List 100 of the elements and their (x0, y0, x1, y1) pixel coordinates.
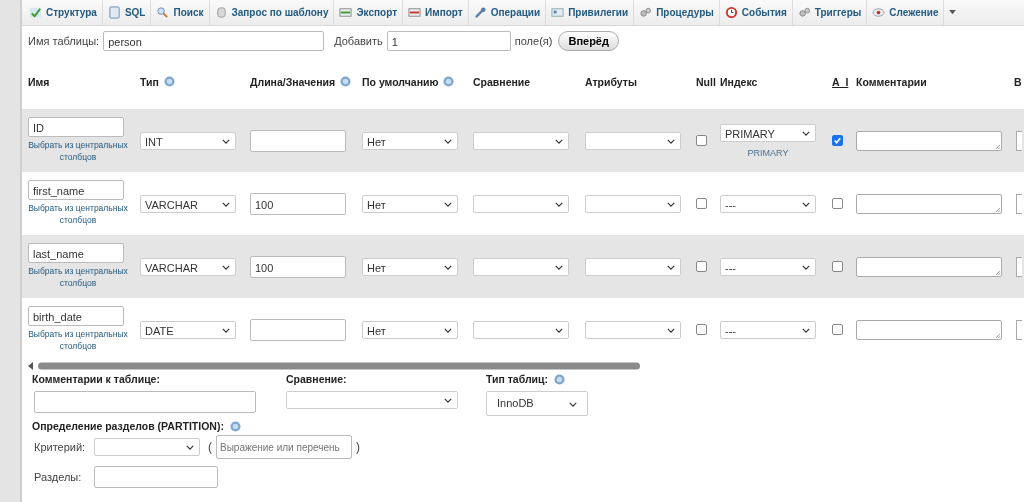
comment-field[interactable] (856, 130, 1002, 151)
central-columns-link[interactable]: Выбрать из центральных столбцов (28, 329, 128, 353)
caret-icon (444, 398, 452, 403)
column-header: Комментарии (856, 75, 927, 88)
column-count-field[interactable]: 1 (386, 31, 511, 51)
column-name-field[interactable]: birth_date (28, 306, 124, 327)
nav-tab[interactable]: Процедуры (634, 0, 720, 25)
attributes-select[interactable] (585, 320, 681, 339)
resize-grip-icon[interactable] (995, 332, 1000, 338)
wrench-icon (473, 6, 487, 19)
null-checkbox[interactable] (696, 324, 707, 335)
resize-grip-icon[interactable] (995, 206, 1000, 212)
nav-tab[interactable]: Привилегии (546, 0, 635, 25)
collation-select[interactable] (473, 194, 569, 213)
default-select[interactable]: Нет (362, 131, 458, 150)
length-field[interactable]: 100 (250, 192, 346, 215)
engine-select[interactable]: InnoDB (486, 391, 588, 416)
auto-increment-checkbox[interactable] (832, 324, 843, 335)
card-icon (551, 6, 565, 19)
caret-icon (667, 201, 675, 207)
caret-icon (555, 327, 563, 333)
length-field[interactable]: 100 (250, 255, 346, 278)
input-field[interactable] (1016, 193, 1022, 214)
criterion-label: Критерий: (34, 441, 86, 453)
type-select[interactable]: VARCHAR (140, 257, 236, 276)
column-name-field[interactable]: last_name (28, 243, 124, 264)
length-field[interactable] (250, 318, 346, 341)
comment-field[interactable] (856, 319, 1002, 340)
gears-icon (797, 6, 811, 19)
help-icon[interactable] (443, 76, 455, 87)
central-columns-link[interactable]: Выбрать из центральных столбцов (28, 203, 128, 227)
resize-grip-icon[interactable] (995, 269, 1000, 275)
caret-icon (222, 327, 230, 333)
type-select[interactable]: INT (140, 131, 236, 150)
central-columns-link[interactable]: Выбрать из центральных столбцов (28, 140, 128, 164)
collation-select[interactable] (473, 131, 569, 150)
help-icon[interactable] (163, 76, 175, 87)
null-checkbox[interactable] (696, 198, 707, 209)
criterion-select[interactable] (94, 438, 200, 456)
type-select[interactable]: DATE (140, 320, 236, 339)
nav-tab[interactable]: Слежение (867, 0, 945, 25)
nav-tab[interactable]: Триггеры (792, 0, 868, 25)
horizontal-scrollbar[interactable] (28, 361, 640, 371)
nav-tab[interactable]: Поиск (151, 0, 210, 25)
index-select[interactable]: --- (720, 257, 816, 276)
column-header: Сравнение (473, 75, 531, 88)
partitions-field[interactable] (94, 466, 218, 488)
column-name-field[interactable]: first_name (28, 180, 124, 201)
engine-label: Тип таблиц: (486, 373, 548, 385)
nav-tab[interactable]: Запрос по шаблону (209, 0, 335, 25)
help-icon[interactable] (340, 76, 352, 87)
null-checkbox[interactable] (696, 261, 707, 272)
resize-grip-icon[interactable] (995, 143, 1000, 149)
go-button[interactable]: Вперёд (558, 31, 619, 51)
document-icon (107, 6, 121, 19)
auto-increment-checkbox[interactable] (832, 261, 843, 272)
nav-tab[interactable]: Экспорт (334, 0, 404, 25)
input-field[interactable] (1016, 130, 1022, 151)
table-collation-select[interactable] (286, 391, 458, 409)
collation-select[interactable] (473, 257, 569, 276)
input-field[interactable] (1016, 256, 1022, 277)
auto-increment-checkbox[interactable] (832, 198, 843, 209)
input-field[interactable] (1016, 319, 1022, 340)
caret-icon (222, 264, 230, 270)
auto-increment-checkbox[interactable] (832, 135, 843, 146)
caret-icon (802, 130, 810, 136)
caret-icon (802, 264, 810, 270)
central-columns-link[interactable]: Выбрать из центральных столбцов (28, 266, 128, 290)
attributes-select[interactable] (585, 194, 681, 213)
index-select[interactable]: PRIMARY (720, 123, 816, 142)
null-checkbox[interactable] (696, 135, 707, 146)
nav-tab[interactable]: Импорт (403, 0, 469, 25)
nav-tab[interactable]: SQL (102, 0, 152, 25)
index-select[interactable]: --- (720, 194, 816, 213)
default-select[interactable]: Нет (362, 194, 458, 213)
nav-tab[interactable]: Операции (468, 0, 547, 25)
import-icon (408, 6, 422, 19)
nav-tab[interactable]: Структура (24, 0, 103, 25)
caret-icon (555, 264, 563, 270)
caret-icon[interactable] (949, 10, 957, 15)
nav-tab[interactable]: События (719, 0, 793, 25)
type-select[interactable]: VARCHAR (140, 194, 236, 213)
default-select[interactable]: Нет (362, 320, 458, 339)
length-field[interactable] (250, 129, 346, 152)
table-comments-field[interactable] (34, 391, 256, 413)
structure-icon (29, 6, 42, 19)
table-name-field[interactable]: person (103, 31, 325, 51)
help-icon[interactable] (554, 373, 565, 385)
index-select[interactable]: --- (720, 320, 816, 339)
caret-icon (444, 264, 452, 270)
help-icon[interactable] (229, 420, 241, 432)
attributes-select[interactable] (585, 257, 681, 276)
expression-field[interactable]: Выражение или перечень (216, 435, 352, 459)
column-name-field[interactable]: ID (28, 117, 124, 138)
comment-field[interactable] (856, 193, 1002, 214)
collation-select[interactable] (473, 320, 569, 339)
attributes-select[interactable] (585, 131, 681, 150)
caret-icon (802, 327, 810, 333)
comment-field[interactable] (856, 256, 1002, 277)
default-select[interactable]: Нет (362, 257, 458, 276)
